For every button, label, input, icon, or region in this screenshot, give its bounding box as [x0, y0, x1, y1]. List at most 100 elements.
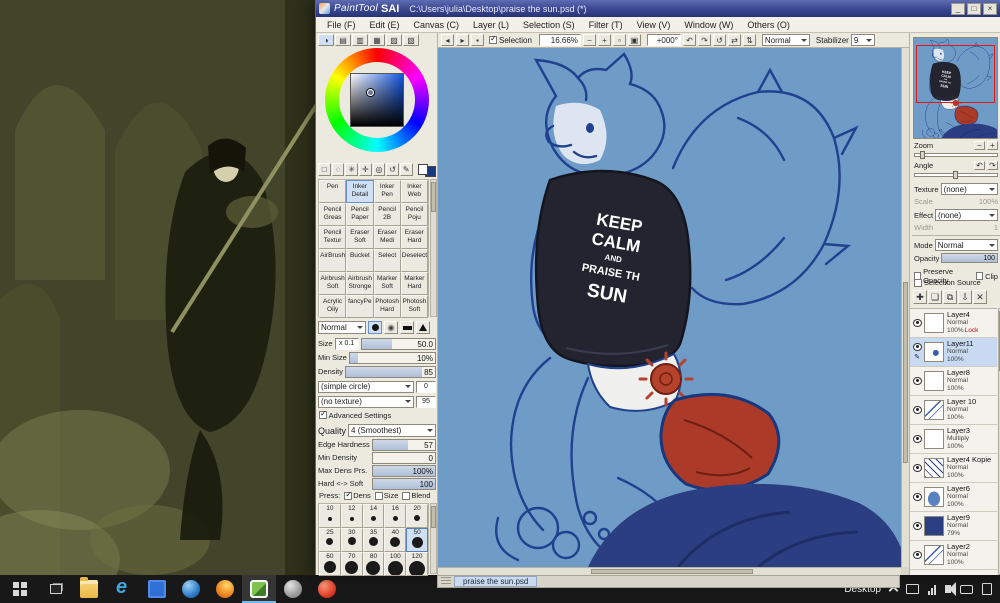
tool-button[interactable]: Pen: [319, 180, 346, 203]
brush-size-cell[interactable]: 40: [384, 528, 406, 552]
layer-visibility-eye-icon[interactable]: [913, 551, 922, 559]
tool-button[interactable]: Eraser Soft: [346, 226, 373, 249]
layer-visibility-eye-icon[interactable]: [913, 493, 922, 501]
menu-item[interactable]: Others (O): [740, 20, 797, 30]
brush-size-cell[interactable]: 120: [406, 552, 428, 576]
menu-item[interactable]: Filter (T): [582, 20, 630, 30]
taskbar-app-button[interactable]: [174, 575, 208, 603]
zoom-icon[interactable]: ◎: [373, 163, 386, 176]
layer-row[interactable]: ✎ Layer3 Multiply 100%: [910, 425, 997, 454]
navigator-thumbnail[interactable]: [913, 37, 998, 139]
color-wheel-tab[interactable]: ◑: [318, 34, 334, 46]
menu-item[interactable]: Edit (E): [363, 20, 407, 30]
taskbar-app-button[interactable]: [310, 575, 344, 603]
tool-button[interactable]: AirBrush: [319, 249, 346, 272]
rgb-slider-tab[interactable]: ▤: [335, 34, 351, 46]
saturation-brightness-square[interactable]: [350, 73, 404, 127]
pressure-checkbox[interactable]: [344, 492, 352, 500]
foreground-color-swatch[interactable]: [418, 164, 429, 175]
brush-size-cell[interactable]: 14: [363, 504, 385, 528]
nav-zoom-out-button[interactable]: [974, 141, 985, 150]
navigator-view-rect[interactable]: [916, 45, 995, 103]
clear-layer-icon[interactable]: ✕: [973, 290, 987, 304]
keyboard-icon[interactable]: [960, 585, 973, 594]
brush-shape-select[interactable]: (simple circle): [318, 381, 414, 393]
volume-icon[interactable]: [945, 585, 951, 593]
layer-row[interactable]: ✎ Layer11 Normal 100%: [910, 338, 997, 367]
tool-button[interactable]: Pencil 2B: [374, 203, 401, 226]
layer-texture-select[interactable]: (none): [941, 183, 998, 195]
zoom-reset-button[interactable]: [613, 34, 626, 46]
angle-field[interactable]: +000°: [647, 34, 681, 46]
taskbar-app-button[interactable]: [106, 575, 140, 603]
canvas-viewport[interactable]: [438, 48, 901, 567]
tool-button[interactable]: Pencil Paper: [346, 203, 373, 226]
eyedropper-icon[interactable]: ✎: [400, 163, 413, 176]
nav-rotate-cw-button[interactable]: [987, 161, 998, 170]
tabstrip-grip[interactable]: [441, 577, 451, 586]
rotate-cw-button[interactable]: [698, 34, 711, 46]
tool-button[interactable]: Eraser Medi: [374, 226, 401, 249]
menu-item[interactable]: File (F): [320, 20, 363, 30]
brush-size-cell[interactable]: 100: [384, 552, 406, 576]
menu-item[interactable]: View (V): [630, 20, 678, 30]
brush-size-cell[interactable]: 16: [384, 504, 406, 528]
nav-zoom-slider[interactable]: [914, 153, 998, 157]
layer-visibility-eye-icon[interactable]: [913, 319, 922, 327]
title-bar[interactable]: PaintTool SAI C:\Users\julia\Desktop\pra…: [316, 0, 1000, 17]
rotate-icon[interactable]: ↺: [386, 163, 399, 176]
nav-rotate-ccw-button[interactable]: [974, 161, 985, 170]
brush-tip-soft[interactable]: [384, 321, 398, 334]
tool-button[interactable]: Deselect: [401, 249, 428, 272]
layer-opacity-slider[interactable]: 100: [941, 253, 998, 263]
tool-button[interactable]: Marker Hard: [401, 272, 428, 295]
brush-size-cell[interactable]: 80: [363, 552, 385, 576]
advanced-slider[interactable]: 0: [372, 452, 436, 464]
brush-size-cell[interactable]: 70: [341, 552, 363, 576]
color-wheel[interactable]: [325, 48, 429, 152]
taskbar-app-button[interactable]: [140, 575, 174, 603]
flip-horizontal-button[interactable]: [728, 34, 741, 46]
brush-texture-strength[interactable]: 95: [416, 396, 436, 408]
stabilizer-select[interactable]: 9: [851, 34, 875, 46]
new-layer-icon[interactable]: ✚: [913, 290, 927, 304]
tool-button[interactable]: Pencil Textur: [319, 226, 346, 249]
size-slider[interactable]: 50.0: [361, 338, 436, 350]
layer-visibility-eye-icon[interactable]: [913, 464, 922, 472]
tool-button[interactable]: Inker Detail: [346, 180, 373, 203]
taskbar-app-button[interactable]: [208, 575, 242, 603]
merge-down-icon[interactable]: ⇩: [958, 290, 972, 304]
selection-toggle[interactable]: Selection: [489, 36, 532, 45]
brush-size-cell[interactable]: 30: [341, 528, 363, 552]
layer-visibility-eye-icon[interactable]: [913, 343, 922, 351]
layer-mode-select[interactable]: Normal: [935, 239, 998, 251]
taskbar-app-button[interactable]: [276, 575, 310, 603]
menu-item[interactable]: Window (W): [677, 20, 740, 30]
nav-angle-slider[interactable]: [914, 173, 998, 177]
brush-tip-flat[interactable]: [400, 321, 414, 334]
canvas-artwork[interactable]: [438, 48, 901, 567]
taskbar-app-button[interactable]: [72, 575, 106, 603]
duplicate-layer-icon[interactable]: ⧉: [943, 290, 957, 304]
brush-size-cell[interactable]: 60: [319, 552, 341, 576]
zoom-in-button[interactable]: [598, 34, 611, 46]
brush-tip-shape[interactable]: [416, 321, 430, 334]
minimize-button[interactable]: _: [951, 3, 965, 15]
task-view-button[interactable]: [40, 575, 72, 603]
lasso-icon[interactable]: ◌: [332, 163, 345, 176]
layer-row[interactable]: ✎ Layer9 Normal 79%: [910, 512, 997, 541]
start-button[interactable]: [0, 575, 40, 603]
pressure-checkbox[interactable]: [402, 492, 410, 500]
fit-window-button[interactable]: [628, 34, 641, 46]
canvas-vertical-scrollbar[interactable]: [901, 48, 909, 567]
tool-button[interactable]: Marker Soft: [374, 272, 401, 295]
tool-button[interactable]: Photosh Hard: [374, 295, 401, 318]
layer-effect-select[interactable]: (none): [935, 209, 998, 221]
pressure-checkbox[interactable]: [375, 492, 383, 500]
brush-size-cell[interactable]: 35: [363, 528, 385, 552]
view-option-button[interactable]: [471, 34, 484, 46]
advanced-slider[interactable]: 57: [372, 439, 436, 451]
layer-visibility-eye-icon[interactable]: [913, 522, 922, 530]
tool-button[interactable]: fancyPe: [346, 295, 373, 318]
brush-texture-select[interactable]: (no texture): [318, 396, 414, 408]
